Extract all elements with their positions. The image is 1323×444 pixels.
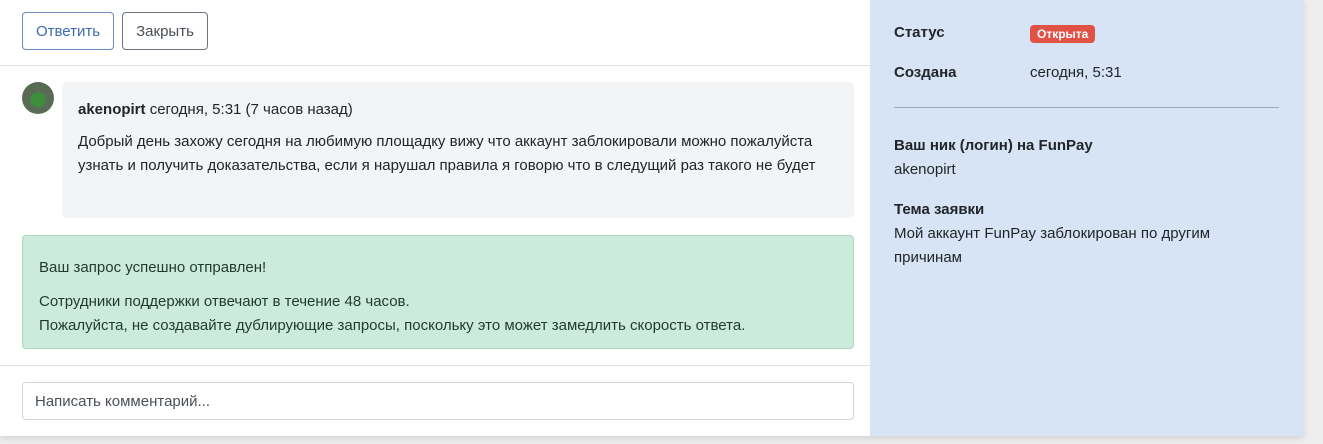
- success-alert: Ваш запрос успешно отправлен! Сотрудники…: [22, 235, 854, 349]
- close-ticket-button[interactable]: Закрыть: [122, 12, 208, 50]
- status-label: Статус: [894, 24, 945, 41]
- ticket-details-sidebar: Статус Открыта Создана сегодня, 5:31 Ваш…: [870, 0, 1303, 436]
- divider: [894, 107, 1279, 108]
- status-value-wrap: Открыта: [1030, 24, 1096, 44]
- field-nickname: Ваш ник (логин) на FunPay akenopirt: [894, 134, 1279, 182]
- alert-line-no-duplicates: Пожалуйста, не создавайте дублирующие за…: [39, 317, 746, 334]
- field-label: Ваш ник (логин) на FunPay: [894, 137, 1093, 154]
- field-subject: Тема заявки Мой аккаунт FunPay заблокиро…: [894, 198, 1279, 270]
- status-badge: Открыта: [1030, 25, 1096, 43]
- comment-input[interactable]: [22, 382, 854, 420]
- message-bubble: akenopirt сегодня, 5:31 (7 часов назад) …: [62, 82, 854, 218]
- message-header: akenopirt сегодня, 5:31 (7 часов назад): [78, 100, 838, 120]
- created-label: Создана: [894, 64, 957, 81]
- ticket-card: Ответить Закрыть akenopirt сегодня, 5:31…: [0, 0, 1303, 436]
- field-value: akenopirt: [894, 161, 956, 178]
- reply-button[interactable]: Ответить: [22, 12, 114, 50]
- avatar[interactable]: [22, 82, 54, 114]
- ticket-toolbar: Ответить Закрыть: [0, 0, 870, 66]
- created-value: сегодня, 5:31: [1030, 64, 1122, 81]
- field-value: Мой аккаунт FunPay заблокирован по други…: [894, 225, 1211, 266]
- ticket-main-panel: Ответить Закрыть akenopirt сегодня, 5:31…: [0, 0, 870, 436]
- field-label: Тема заявки: [894, 201, 985, 218]
- divider: [0, 365, 870, 366]
- alert-line-response-time: Сотрудники поддержки отвечают в течение …: [39, 293, 410, 310]
- message-timestamp: сегодня, 5:31 (7 часов назад): [149, 101, 353, 118]
- alert-title: Ваш запрос успешно отправлен!: [39, 259, 267, 276]
- message-author[interactable]: akenopirt: [78, 101, 146, 118]
- message-text: Добрый день захожу сегодня на любимую пл…: [78, 133, 816, 174]
